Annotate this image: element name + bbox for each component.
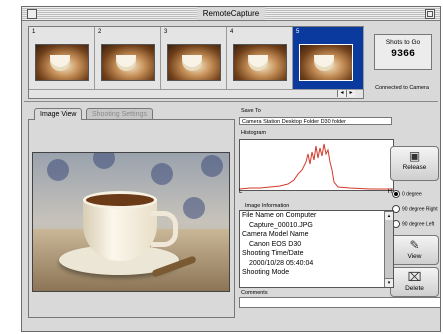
rotate-90-left-radio[interactable]: 90 degree Left — [392, 220, 434, 228]
delete-button-label: Delete — [405, 285, 424, 292]
histogram-graph — [239, 143, 393, 190]
thumbnail-image — [35, 44, 89, 81]
info-line: Camera Model Name — [242, 231, 309, 238]
info-line: File Name on Computer — [242, 212, 317, 219]
view-icon: ✎ — [409, 238, 420, 252]
comments-label: Comments — [241, 290, 268, 296]
thumbnail-number: 4 — [230, 29, 234, 35]
info-line: Canon EOS D30 — [249, 240, 302, 248]
histogram-low-marker: L — [239, 189, 243, 195]
histogram — [239, 139, 394, 191]
info-line: Shooting Time/Date — [242, 250, 304, 257]
info-line: 2000/10/28 05:40:04 — [249, 259, 314, 267]
histogram-label: Histogram — [241, 130, 267, 136]
image-view-panel — [28, 119, 235, 318]
tab-image-view[interactable]: Image View — [34, 108, 83, 120]
histogram-line — [239, 143, 393, 190]
thumbnail-number: 3 — [164, 29, 168, 35]
rotate-0-label: 0 degree — [402, 191, 422, 198]
thumbnail-number: 2 — [98, 29, 102, 35]
scroll-down-arrow-icon[interactable]: ▾ — [385, 278, 393, 287]
delete-button[interactable]: ⌧ Delete — [390, 267, 439, 297]
shots-to-go-label: Shots to Go — [385, 39, 421, 46]
window-title: RemoteCapture — [196, 7, 266, 20]
release-button-label: Release — [402, 164, 427, 171]
comments-field[interactable] — [239, 297, 440, 308]
delete-icon: ⌧ — [407, 270, 422, 284]
thumbnail-number: 5 — [296, 29, 300, 35]
divider — [24, 101, 438, 102]
thumbnail-3[interactable]: 3 — [161, 27, 227, 89]
close-box-icon[interactable] — [27, 9, 37, 19]
save-to-field[interactable]: Camera Station Desktop Folder D30 folder — [239, 117, 392, 125]
thumbnail-image — [299, 44, 353, 81]
scroll-up-arrow-icon[interactable]: ▴ — [385, 211, 393, 220]
thumbnail-image — [167, 44, 221, 81]
image-information-label: Image Information — [245, 203, 290, 209]
view-button-label: View — [407, 253, 422, 260]
thumbnail-4[interactable]: 4 — [227, 27, 293, 89]
histogram-axis: L H — [239, 189, 392, 196]
info-line: Shooting Mode — [242, 269, 290, 276]
image-information-list[interactable]: File Name on Computer Capture_00010.JPG … — [239, 210, 394, 288]
thumbnail-strip: 1 2 3 4 5 ◂ ▸ — [28, 26, 364, 99]
camera-release-icon: ▣ — [408, 149, 421, 163]
remotecapture-window: RemoteCapture 1 2 3 4 5 ◂ ▸ Shots to Go … — [21, 6, 441, 332]
info-scrollbar[interactable]: ▴ ▾ — [384, 211, 393, 287]
thumbnail-5[interactable]: 5 — [293, 27, 364, 89]
view-button[interactable]: ✎ View — [390, 235, 439, 265]
preview-image — [32, 152, 230, 292]
thumbnail-scrollbar[interactable]: ◂ ▸ — [29, 89, 363, 98]
radio-selected-icon — [392, 190, 400, 198]
thumbnail-number: 1 — [32, 29, 36, 35]
scroll-left-arrow-icon[interactable]: ◂ — [337, 90, 346, 97]
info-line: Capture_00010.JPG — [249, 221, 313, 229]
thumbnail-image — [101, 44, 155, 81]
rotate-0-radio[interactable]: 0 degree — [392, 190, 422, 198]
thumbnail-2[interactable]: 2 — [95, 27, 161, 89]
scroll-right-arrow-icon[interactable]: ▸ — [346, 90, 355, 97]
title-bar[interactable]: RemoteCapture — [22, 7, 440, 21]
shots-to-go-box: Shots to Go 9366 — [374, 34, 432, 70]
rotate-90-left-label: 90 degree Left — [402, 221, 435, 228]
release-button[interactable]: ▣ Release — [390, 146, 439, 181]
rotate-90-right-radio[interactable]: 90 degree Right — [392, 205, 438, 213]
thumbnail-1[interactable]: 1 — [29, 27, 95, 89]
save-to-label: Save To — [241, 108, 261, 114]
thumbnail-image — [233, 44, 287, 81]
zoom-box-icon[interactable] — [425, 9, 435, 19]
connection-status: Connected to Camera — [375, 85, 429, 91]
rotate-90-right-label: 90 degree Right — [402, 206, 438, 213]
shots-to-go-value: 9366 — [390, 49, 415, 60]
